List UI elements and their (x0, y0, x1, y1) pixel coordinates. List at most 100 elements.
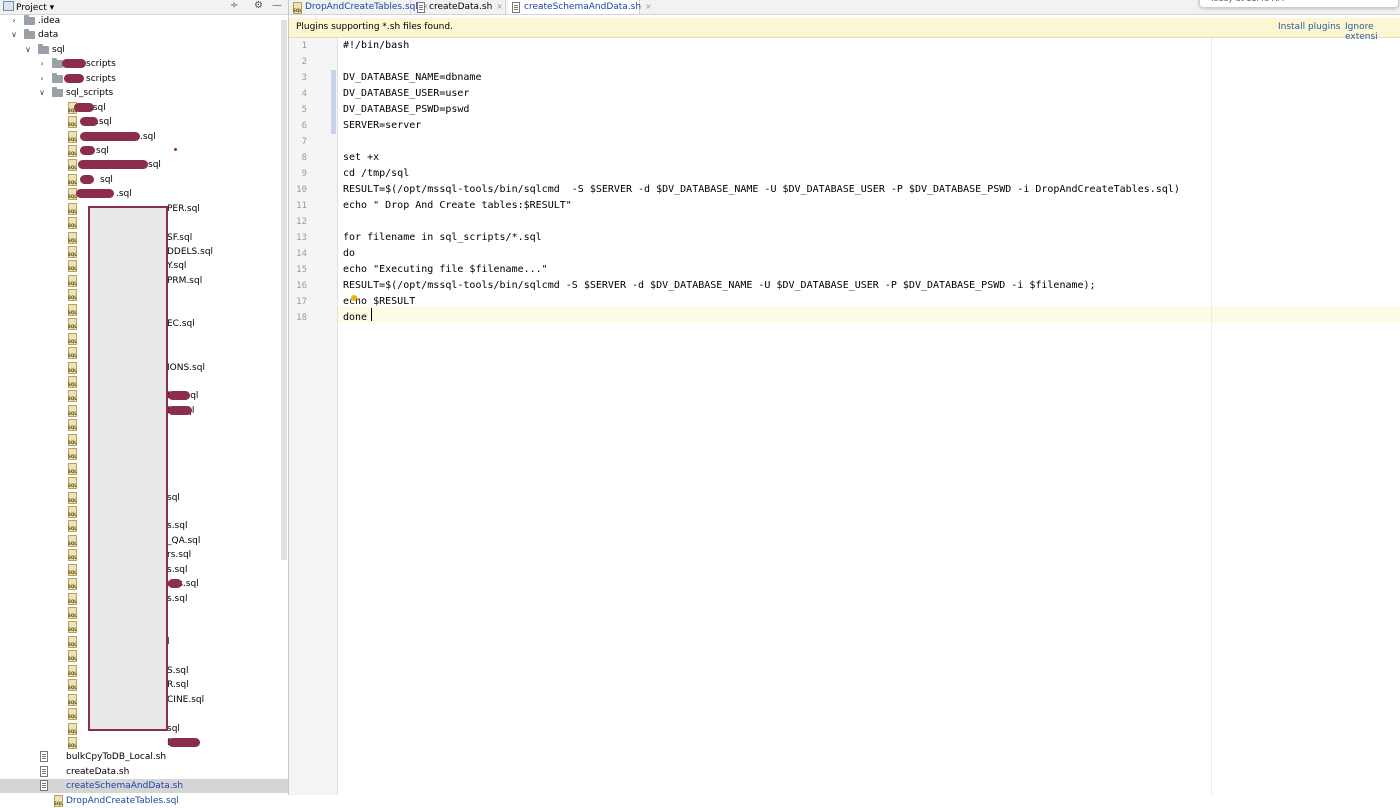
tree-item-label: .sql (140, 131, 156, 142)
tree-item-label: EC.sql (167, 319, 195, 330)
notification-popup: Today at 11:48 AM (1199, 0, 1399, 8)
gear-icon[interactable]: ⚙ (254, 0, 263, 11)
chevron-down-icon[interactable]: ∨ (10, 28, 18, 42)
project-title: Project (16, 3, 47, 13)
tree-file[interactable]: sql (0, 144, 288, 158)
tree-file[interactable]: .sql (0, 101, 288, 115)
chevron-right-icon[interactable]: › (10, 14, 18, 28)
shell-file-icon (40, 751, 48, 763)
code-line: cd /tmp/sql (343, 168, 410, 179)
project-scrollbar[interactable] (281, 20, 287, 560)
line-number: 9 (301, 169, 307, 179)
hide-panel-icon[interactable]: — (272, 0, 282, 11)
code-editor[interactable]: #!/bin/bash DV_DATABASE_NAME=dbname DV_DAT… (338, 38, 1400, 795)
tab-dropandcreatetables-sql[interactable]: DropAndCreateTables.sql× (289, 0, 429, 14)
code-line: RESULT=$(/opt/mssql-tools/bin/sqlcmd -S … (343, 184, 1180, 195)
tree-file[interactable]: .sql (0, 115, 288, 129)
sql-file-icon (68, 607, 77, 620)
tree-item-label: .sql (116, 189, 132, 200)
current-line-highlight (338, 306, 1400, 322)
tree-file[interactable]: DropAndCreateTables.sql (0, 794, 288, 808)
tree-item-label: R.sql (167, 680, 189, 691)
tree-item-label: s.sql (167, 593, 188, 604)
tree-item-label: scripts (86, 73, 116, 84)
line-number: 11 (296, 201, 307, 211)
sql-file-icon (68, 404, 77, 417)
line-number: 13 (296, 233, 307, 243)
redaction-mark (168, 405, 192, 415)
sql-file-icon (68, 491, 77, 504)
close-icon[interactable]: × (645, 2, 652, 11)
sql-file-icon (68, 274, 77, 287)
tree-file[interactable]: bulkCpyToDB_Local.sh (0, 750, 288, 764)
code-line: for filename in sql_scripts/*.sql (343, 232, 542, 243)
sql-file-icon (68, 650, 77, 663)
tree-item-label: CINE.sql (167, 694, 205, 705)
tree-folder[interactable]: › scripts (0, 72, 288, 86)
sql-file-icon (68, 664, 77, 677)
tree-file[interactable]: .sql (0, 187, 288, 201)
tree-file[interactable]: sql (0, 158, 288, 172)
sql-file-icon (68, 173, 77, 186)
tree-file[interactable]: sql (0, 173, 288, 187)
sql-file-icon (68, 737, 77, 749)
collapse-all-icon[interactable]: ÷ (230, 0, 238, 11)
right-margin-guide (1211, 38, 1212, 795)
sql-file-icon (68, 419, 77, 432)
tree-file[interactable]: EL.sql (0, 736, 288, 750)
chevron-down-icon[interactable]: ∨ (38, 86, 46, 100)
tree-item-label: sql_scripts (66, 88, 114, 99)
tree-item-label: data (38, 30, 59, 41)
chevron-right-icon[interactable]: › (38, 72, 46, 86)
tab-label: createData.sh (429, 2, 493, 12)
tree-file[interactable]: .sql (0, 130, 288, 144)
tree-file[interactable]: createSchemaAndData.sh (0, 779, 288, 794)
sql-file-icon (68, 635, 77, 648)
tab-createdata-sh[interactable]: createData.sh × (413, 0, 506, 14)
project-panel-header: Project ▾ ÷ ⚙ — (0, 0, 288, 15)
tree-folder[interactable]: › scripts (0, 57, 288, 71)
redaction-mark (168, 738, 200, 747)
redaction-mark (78, 160, 148, 170)
sql-file-icon (68, 433, 77, 446)
tab-createschemaanddata-sh[interactable]: createSchemaAndData.sh × (508, 0, 652, 14)
text-caret (371, 308, 372, 321)
redaction-mark (168, 579, 182, 589)
code-line: done (343, 312, 368, 323)
sql-file-icon (68, 303, 77, 316)
line-number: 15 (296, 265, 307, 275)
project-view-selector[interactable]: Project ▾ (3, 1, 54, 13)
tree-item-label: bulkCpyToDB_Local.sh (66, 752, 167, 763)
sql-file-icon (293, 2, 302, 14)
tree-file[interactable]: createData.sh (0, 765, 288, 779)
folder-icon (24, 15, 35, 25)
tree-item-label: IONS.sql (167, 362, 205, 373)
tree-folder[interactable]: ∨ data (0, 28, 288, 42)
sql-file-icon (68, 217, 77, 230)
tree-item-label: DDELS.sql (167, 247, 214, 258)
redaction-mark (168, 391, 190, 401)
tree-item-label: s.sql (167, 521, 188, 532)
tree-folder[interactable]: ∨ sql_scripts (0, 86, 288, 100)
sql-file-icon (68, 289, 77, 302)
chevron-right-icon[interactable]: › (38, 57, 46, 71)
sql-file-icon (68, 448, 77, 461)
sql-file-icon (68, 534, 77, 547)
install-plugins-link[interactable]: Install plugins (1278, 22, 1340, 32)
project-icon (3, 1, 14, 11)
tree-folder[interactable]: ∨ sql (0, 43, 288, 57)
redaction-dot (174, 148, 177, 151)
tree-folder[interactable]: › .idea (0, 14, 288, 28)
folder-icon (24, 29, 35, 40)
sql-file-icon (68, 693, 77, 706)
sql-file-icon (54, 794, 63, 807)
close-icon[interactable]: × (496, 2, 503, 11)
line-number: 14 (296, 249, 307, 259)
tree-item-label: sql (167, 723, 180, 734)
chevron-down-icon[interactable]: ∨ (24, 43, 32, 57)
sql-file-icon (68, 246, 77, 259)
intention-bulb-icon[interactable] (351, 295, 357, 301)
code-line: do (343, 248, 356, 259)
line-number: 4 (301, 89, 307, 99)
tree-item-label: s.sql (167, 564, 188, 575)
